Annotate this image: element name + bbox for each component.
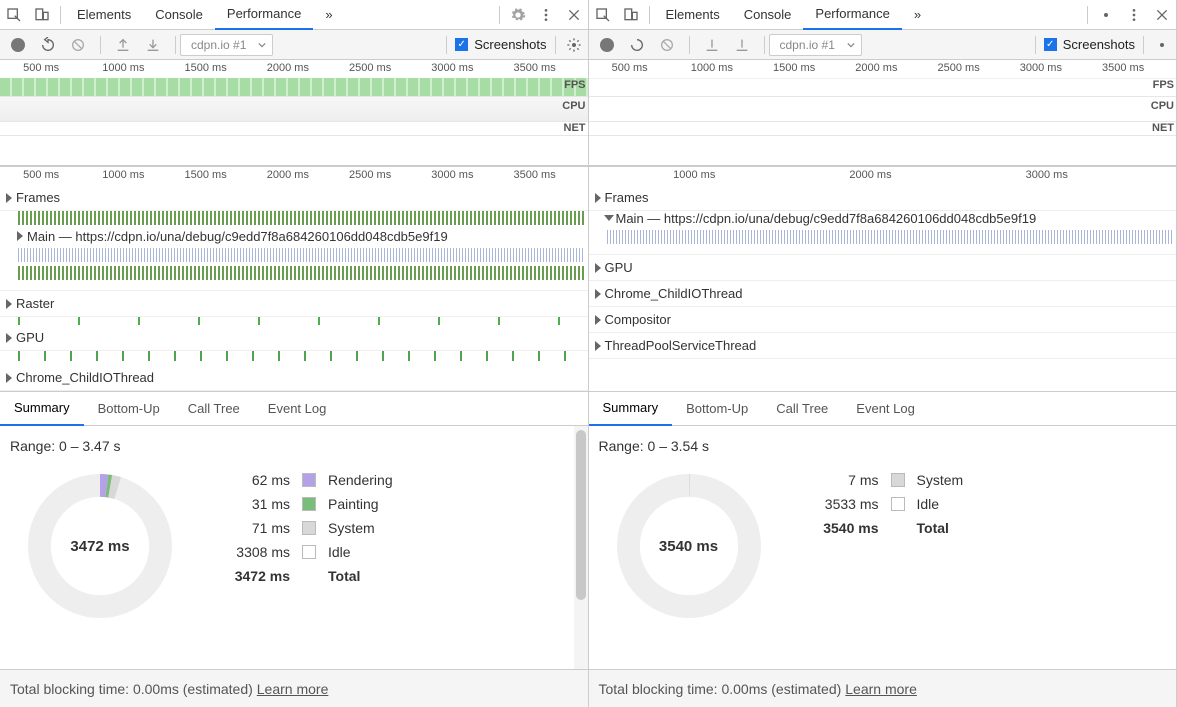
- track-gpu[interactable]: GPU: [589, 255, 1177, 281]
- tab-eventlog[interactable]: Event Log: [254, 392, 341, 426]
- donut-total: 3540 ms: [609, 466, 769, 626]
- track-gpu[interactable]: GPU: [0, 325, 588, 351]
- flamechart-area[interactable]: 1000 ms 2000 ms 3000 ms Frames Main — ht…: [589, 167, 1177, 392]
- clear-button[interactable]: [64, 31, 92, 59]
- details-tabbar: Summary Bottom-Up Call Tree Event Log: [589, 392, 1177, 426]
- screenshots-checkbox[interactable]: [1044, 38, 1057, 51]
- tab-calltree[interactable]: Call Tree: [174, 392, 254, 426]
- reload-button[interactable]: [34, 31, 62, 59]
- target-label: cdpn.io #1: [191, 38, 246, 52]
- flame-ruler: 500 ms 1000 ms 1500 ms 2000 ms 2500 ms 3…: [0, 167, 588, 185]
- scrollbar[interactable]: [574, 426, 588, 669]
- upload-icon[interactable]: [698, 31, 726, 59]
- target-select[interactable]: cdpn.io #1: [769, 34, 862, 56]
- close-icon[interactable]: [560, 1, 588, 29]
- inspect-icon[interactable]: [0, 1, 28, 29]
- tab-console[interactable]: Console: [732, 0, 804, 30]
- flamechart-area[interactable]: 500 ms 1000 ms 1500 ms 2000 ms 2500 ms 3…: [0, 167, 588, 392]
- tab-performance[interactable]: Performance: [215, 0, 313, 30]
- blocking-time-footer: Total blocking time: 0.00ms (estimated)L…: [589, 669, 1177, 707]
- summary-legend: 7 msSystem 3533 msIdle 3540 msTotal: [809, 472, 964, 669]
- overview-ruler: 500 ms 1000 ms 1500 ms 2000 ms 2500 ms 3…: [589, 60, 1177, 78]
- download-icon[interactable]: [139, 31, 167, 59]
- record-button[interactable]: [4, 31, 32, 59]
- performance-toolbar: cdpn.io #1 Screenshots: [0, 30, 588, 60]
- device-toolbar-icon[interactable]: [617, 1, 645, 29]
- tab-overflow[interactable]: »: [313, 0, 344, 30]
- overview-ruler: 500 ms 1000 ms 1500 ms 2000 ms 2500 ms 3…: [0, 60, 588, 78]
- chevron-down-icon: [258, 41, 266, 49]
- tab-performance[interactable]: Performance: [803, 0, 901, 30]
- record-button[interactable]: [593, 31, 621, 59]
- tab-console[interactable]: Console: [143, 0, 215, 30]
- net-row: NET: [0, 122, 588, 136]
- track-main[interactable]: Main — https://cdpn.io/una/debug/c9edd7f…: [27, 229, 448, 244]
- tab-overflow[interactable]: »: [902, 0, 933, 30]
- main-bars-2: [18, 266, 584, 280]
- track-childio[interactable]: Chrome_ChildIOThread: [0, 365, 588, 391]
- tab-summary[interactable]: Summary: [0, 392, 84, 426]
- target-select[interactable]: cdpn.io #1: [180, 34, 273, 56]
- range-text: Range: 0 – 3.54 s: [589, 426, 1177, 466]
- tab-elements[interactable]: Elements: [65, 0, 143, 30]
- summary-donut: 3540 ms: [609, 466, 769, 626]
- fps-row: FPS: [0, 78, 588, 96]
- devtools-left-panel: Elements Console Performance » cdpn.io #…: [0, 0, 589, 707]
- details-tabbar: Summary Bottom-Up Call Tree Event Log: [0, 392, 588, 426]
- cpu-row: CPU: [0, 96, 588, 122]
- track-raster[interactable]: Raster: [0, 291, 588, 317]
- learn-more-link[interactable]: Learn more: [257, 681, 329, 697]
- tab-bottomup[interactable]: Bottom-Up: [672, 392, 762, 426]
- raster-bars: [18, 317, 588, 325]
- devtools-main-tabbar: Elements Console Performance »: [0, 0, 588, 30]
- track-childio[interactable]: Chrome_ChildIOThread: [589, 281, 1177, 307]
- gpu-bars: [18, 351, 584, 361]
- chevron-down-icon: [847, 41, 855, 49]
- kebab-icon[interactable]: [532, 1, 560, 29]
- capture-settings-gear-icon[interactable]: [560, 31, 588, 59]
- download-icon[interactable]: [728, 31, 756, 59]
- gear-icon[interactable]: [1092, 1, 1120, 29]
- clear-button[interactable]: [653, 31, 681, 59]
- upload-icon[interactable]: [109, 31, 137, 59]
- tab-bottomup[interactable]: Bottom-Up: [84, 392, 174, 426]
- screenshots-label: Screenshots: [474, 37, 546, 52]
- summary-pane: Range: 0 – 3.54 s 3540 ms 7 msSystem 353…: [589, 426, 1177, 707]
- track-threadpool[interactable]: ThreadPoolServiceThread: [589, 333, 1177, 359]
- track-main[interactable]: Main — https://cdpn.io/una/debug/c9edd7f…: [616, 211, 1037, 226]
- frames-bars: [18, 211, 584, 225]
- range-text: Range: 0 – 3.47 s: [0, 426, 588, 466]
- main-bars-1: [18, 248, 584, 262]
- capture-settings-gear-icon[interactable]: [1148, 31, 1176, 59]
- overview-area[interactable]: 500 ms 1000 ms 1500 ms 2000 ms 2500 ms 3…: [589, 60, 1177, 167]
- screenshots-label: Screenshots: [1063, 37, 1135, 52]
- kebab-icon[interactable]: [1120, 1, 1148, 29]
- tab-summary[interactable]: Summary: [589, 392, 673, 426]
- donut-total: 3472 ms: [20, 466, 180, 626]
- performance-toolbar: cdpn.io #1 Screenshots: [589, 30, 1177, 60]
- overview-area[interactable]: 500 ms 1000 ms 1500 ms 2000 ms 2500 ms 3…: [0, 60, 588, 167]
- screenshots-checkbox[interactable]: [455, 38, 468, 51]
- gear-icon[interactable]: [504, 1, 532, 29]
- track-compositor[interactable]: Compositor: [589, 307, 1177, 333]
- summary-donut: 3472 ms: [20, 466, 180, 626]
- close-icon[interactable]: [1148, 1, 1176, 29]
- devtools-right-panel: Elements Console Performance » cdpn.io #…: [589, 0, 1177, 707]
- track-frames[interactable]: Frames: [0, 185, 588, 211]
- main-bars: [607, 230, 1173, 244]
- tab-eventlog[interactable]: Event Log: [842, 392, 929, 426]
- inspect-icon[interactable]: [589, 1, 617, 29]
- blocking-time-footer: Total blocking time: 0.00ms (estimated)L…: [0, 669, 588, 707]
- flame-ruler: 1000 ms 2000 ms 3000 ms: [589, 167, 1177, 185]
- track-frames[interactable]: Frames: [589, 185, 1177, 211]
- reload-button[interactable]: [623, 31, 651, 59]
- summary-legend: 62 msRendering 31 msPainting 71 msSystem…: [220, 472, 393, 669]
- tab-elements[interactable]: Elements: [654, 0, 732, 30]
- device-toolbar-icon[interactable]: [28, 1, 56, 29]
- summary-pane: Range: 0 – 3.47 s 3472 ms 62 msRendering…: [0, 426, 588, 707]
- learn-more-link[interactable]: Learn more: [845, 681, 917, 697]
- devtools-main-tabbar: Elements Console Performance »: [589, 0, 1177, 30]
- tab-calltree[interactable]: Call Tree: [762, 392, 842, 426]
